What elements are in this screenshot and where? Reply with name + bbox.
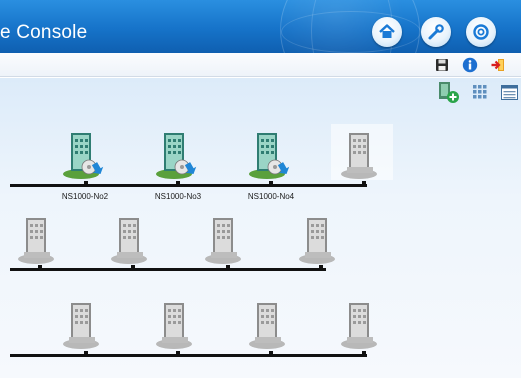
grid-view-button[interactable]: [472, 80, 488, 104]
list-view-button[interactable]: [500, 80, 518, 104]
bus-connector: [362, 351, 366, 356]
home-icon: [379, 24, 395, 38]
app-title: e Console: [0, 22, 88, 43]
device-node[interactable]: [201, 212, 251, 266]
bus-connector: [269, 351, 273, 356]
offline-server-icon: [341, 133, 377, 179]
add-device-icon: [439, 82, 459, 103]
offline-server-icon: [341, 303, 377, 349]
offline-server-icon: [249, 303, 285, 349]
online-server-icon: [249, 133, 290, 179]
device-node[interactable]: [59, 127, 109, 181]
device-node[interactable]: [331, 124, 393, 181]
wrench-icon: [428, 24, 444, 40]
device-node[interactable]: [245, 127, 295, 181]
device-node[interactable]: [152, 127, 202, 181]
offline-server-icon: [111, 218, 147, 264]
online-server-icon: [63, 133, 104, 179]
home-button[interactable]: [372, 17, 402, 47]
device-label: NS1000-No4: [247, 192, 295, 201]
help-icon: [473, 24, 489, 40]
device-node[interactable]: [295, 212, 345, 266]
network-bus-line: [10, 184, 367, 187]
device-node[interactable]: [107, 212, 157, 266]
bus-connector: [176, 181, 180, 186]
device-label: NS1000-No2: [61, 192, 109, 201]
add-device-button[interactable]: [436, 80, 460, 104]
bus-connector: [84, 181, 88, 186]
device-node[interactable]: [245, 297, 295, 351]
device-node[interactable]: [152, 297, 202, 351]
toolbar: [0, 53, 521, 77]
grid-view-icon: [473, 85, 487, 99]
logout-icon: [491, 59, 504, 71]
info-button[interactable]: [462, 57, 478, 73]
settings-button[interactable]: [421, 17, 451, 47]
save-icon: [436, 59, 448, 71]
online-server-icon: [156, 133, 197, 179]
device-node[interactable]: [59, 297, 109, 351]
bus-connector: [269, 181, 273, 186]
offline-server-icon: [63, 303, 99, 349]
bus-connector: [176, 351, 180, 356]
list-view-icon: [500, 84, 518, 100]
network-bus-line: [10, 354, 367, 357]
network-bus-line: [10, 268, 326, 271]
device-node[interactable]: [14, 212, 64, 266]
app-header: e Console: [0, 0, 521, 53]
help-button[interactable]: [466, 17, 496, 47]
bus-connector: [362, 181, 366, 186]
logout-button[interactable]: [490, 57, 506, 73]
save-button[interactable]: [434, 57, 450, 73]
offline-server-icon: [18, 218, 54, 264]
bus-connector: [84, 351, 88, 356]
offline-server-icon: [156, 303, 192, 349]
device-node[interactable]: [337, 297, 387, 351]
offline-server-icon: [205, 218, 241, 264]
offline-server-icon: [299, 218, 335, 264]
device-label: NS1000-No3: [154, 192, 202, 201]
info-icon: [462, 57, 478, 73]
